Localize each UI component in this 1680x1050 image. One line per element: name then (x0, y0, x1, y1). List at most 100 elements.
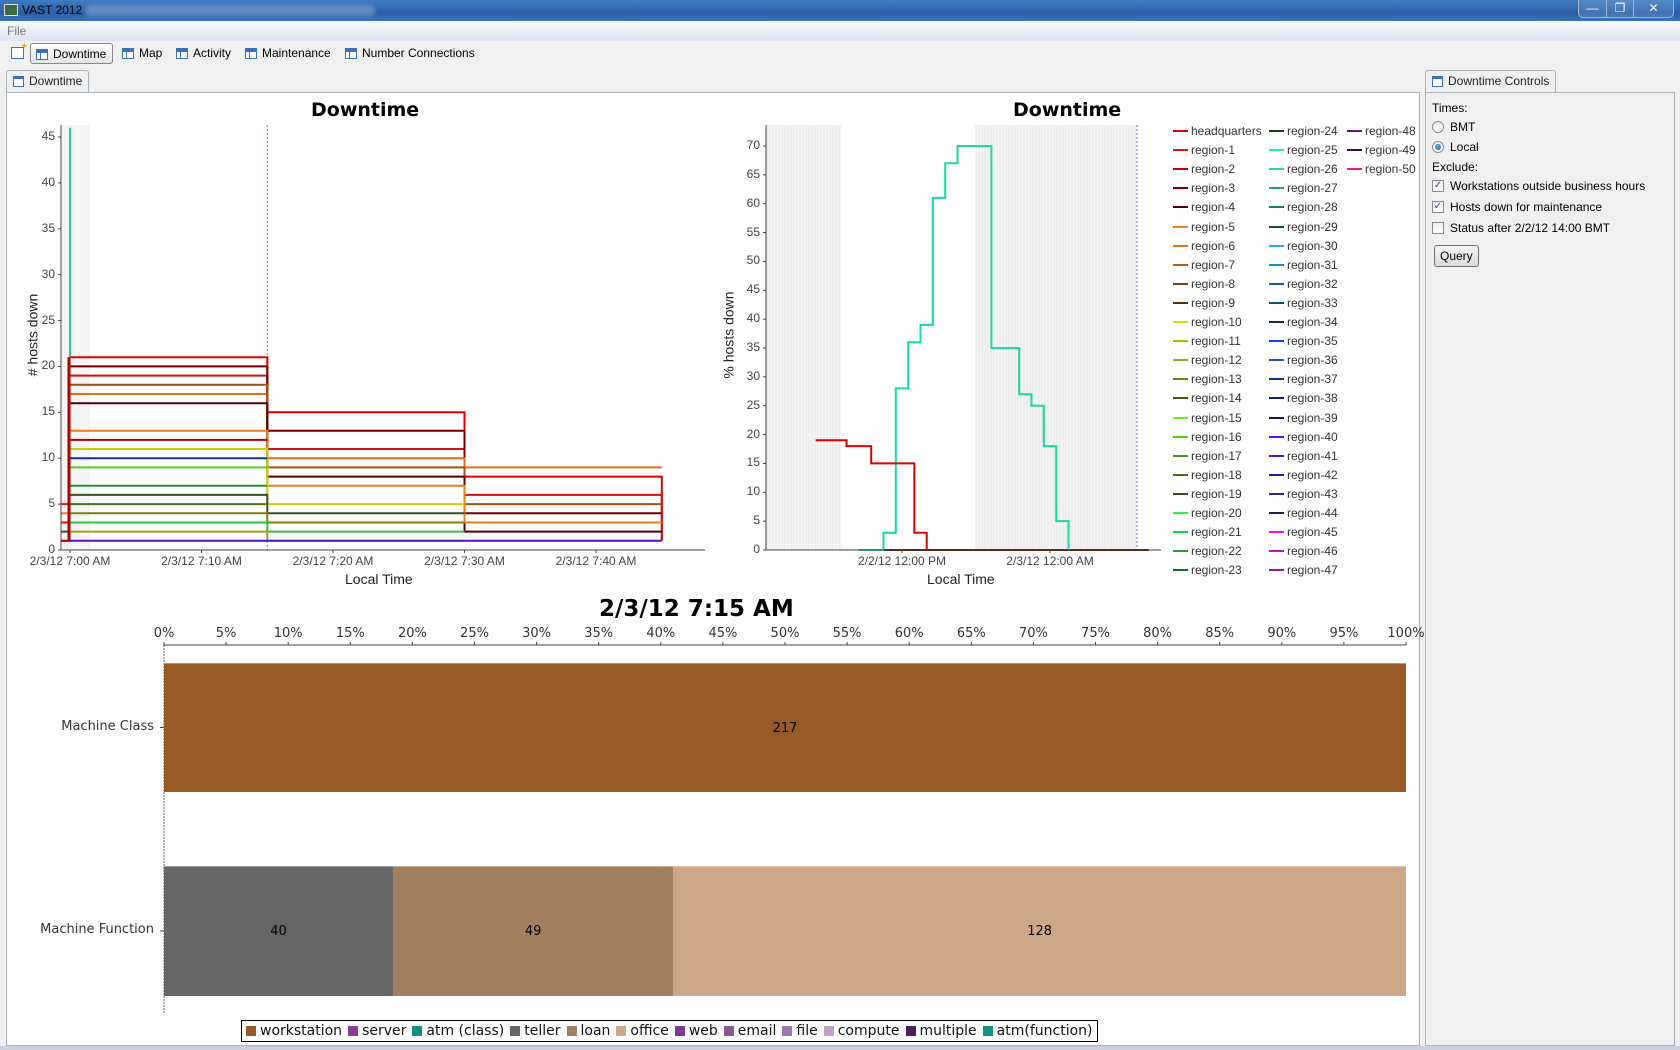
checkbox-status-after[interactable]: Status after 2/2/12 14:00 BMT (1432, 221, 1610, 235)
minimize-button[interactable]: — (1579, 0, 1606, 17)
menu-bar: File (0, 21, 1680, 41)
legend-swatch (1173, 531, 1188, 534)
legend-swatch (1173, 473, 1188, 476)
blurred-path (85, 5, 375, 16)
legend-label: region-14 (1191, 391, 1242, 406)
legend-label: region-43 (1287, 486, 1338, 501)
view-icon (1432, 76, 1443, 87)
legend-item: region-27 (1269, 181, 1338, 195)
legend-label: region-13 (1191, 372, 1242, 387)
legend-item: region-16 (1173, 430, 1242, 444)
checkbox-checked[interactable]: ✓ (1432, 201, 1444, 213)
radio-bmt[interactable]: BMT (1432, 120, 1475, 134)
legend-swatch (723, 1026, 734, 1036)
checkbox-label: Workstations outside business hours (1450, 179, 1646, 193)
bar-segment-loan: 49 (392, 866, 674, 996)
legend-swatch (1269, 512, 1284, 514)
legend-label: region-50 (1365, 162, 1416, 177)
legend-label: region-21 (1191, 525, 1242, 540)
legend-swatch (1269, 301, 1284, 304)
y-tick-label: 5 (48, 496, 55, 511)
checkbox-checked[interactable]: ✓ (1432, 180, 1444, 192)
y-tick-label: 15 (746, 455, 760, 470)
legend-swatch (412, 1026, 423, 1036)
legend-item: region-40 (1269, 430, 1338, 444)
legend-label: region-9 (1191, 295, 1236, 310)
legend-swatch (1269, 187, 1284, 190)
legend-swatch (982, 1026, 993, 1036)
legend-swatch (1173, 282, 1188, 285)
checkbox-unchecked[interactable] (1432, 222, 1444, 234)
legend-label: region-8 (1191, 276, 1236, 291)
legend-item: region-39 (1269, 411, 1338, 425)
pct-tick-label: 60% (894, 626, 924, 641)
y-tick-label: 10 (41, 450, 55, 465)
legend-item: region-8 (1173, 277, 1235, 291)
pct-tick-label: 80% (1143, 626, 1173, 641)
legend-item: workstation (246, 1023, 342, 1039)
legend-swatch (1347, 130, 1362, 132)
legend-item: region-34 (1269, 315, 1338, 329)
legend-swatch (1173, 225, 1188, 228)
view-icon (36, 49, 48, 60)
pct-tick-label: 20% (397, 626, 427, 641)
legend-item: multiple (905, 1023, 977, 1039)
legend-label: region-25 (1287, 143, 1338, 158)
legend-swatch (1269, 359, 1284, 362)
legend-swatch (782, 1026, 793, 1036)
legend-item: region-44 (1269, 506, 1338, 520)
legend-item: teller (510, 1023, 561, 1039)
legend-label: region-38 (1287, 391, 1338, 406)
legend-label: region-39 (1287, 410, 1338, 425)
legend-label: compute (837, 1023, 900, 1039)
legend-item: region-25 (1269, 143, 1338, 157)
toolbar-label: Number Connections (362, 46, 475, 60)
radio-button[interactable] (1432, 141, 1444, 153)
radio-local[interactable]: Local (1432, 140, 1479, 154)
legend-item: region-42 (1269, 468, 1338, 482)
legend-label: region-12 (1191, 353, 1242, 368)
legend-label: region-1 (1191, 143, 1236, 158)
legend-label: region-45 (1287, 525, 1338, 540)
checkbox-maintenance[interactable]: ✓ Hosts down for maintenance (1432, 200, 1602, 214)
legend-item: region-41 (1269, 449, 1338, 463)
pct-tick-label: 25% (460, 626, 489, 641)
toolbar-maintenance[interactable]: Maintenance (240, 43, 337, 64)
legend-item: region-29 (1269, 220, 1338, 234)
legend-swatch (1269, 130, 1284, 132)
legend-item: region-7 (1173, 258, 1235, 272)
y-tick-label: 15 (41, 404, 55, 419)
pct-tick-label: 5% (215, 626, 237, 641)
legend-label: region-15 (1191, 410, 1242, 425)
legend-label: region-48 (1365, 124, 1416, 138)
legend-swatch (510, 1026, 521, 1036)
legend-swatch (1173, 435, 1188, 438)
pct-tick-label: 45% (708, 626, 738, 641)
toolbar-number-connections[interactable]: Number Connections (340, 43, 481, 64)
legend-swatch (1173, 244, 1188, 247)
toolbar-label: Maintenance (262, 46, 331, 60)
toolbar-downtime[interactable]: Downtime (30, 43, 114, 64)
toolbar-activity[interactable]: Activity (171, 43, 237, 64)
menu-file[interactable]: File (7, 24, 26, 38)
legend-swatch (1269, 244, 1284, 247)
tab-downtime[interactable]: Downtime (6, 70, 90, 92)
legend-label: atm (class) (426, 1023, 505, 1039)
legend-item: region-37 (1269, 372, 1338, 386)
legend-label: headquarters (1191, 124, 1262, 138)
toolbar-map[interactable]: Map (117, 43, 168, 64)
radio-button[interactable] (1432, 121, 1444, 133)
view-icon (245, 48, 257, 59)
legend-label: region-42 (1287, 467, 1338, 482)
legend-label: region-19 (1191, 486, 1242, 501)
pct-tick-label: 55% (832, 626, 862, 641)
legend-label: atm(function) (996, 1023, 1093, 1039)
close-button[interactable]: ✕ (1633, 0, 1673, 17)
restore-button[interactable]: ❐ (1606, 0, 1633, 17)
legend-label: region-18 (1191, 467, 1242, 482)
pct-tick-label: 100% (1387, 626, 1425, 641)
query-button[interactable]: Query (1434, 245, 1479, 267)
tab-downtime-controls[interactable]: Downtime Controls (1425, 70, 1557, 92)
checkbox-workstations[interactable]: ✓ Workstations outside business hours (1432, 179, 1645, 193)
bar-segment-office: 128 (673, 866, 1406, 996)
